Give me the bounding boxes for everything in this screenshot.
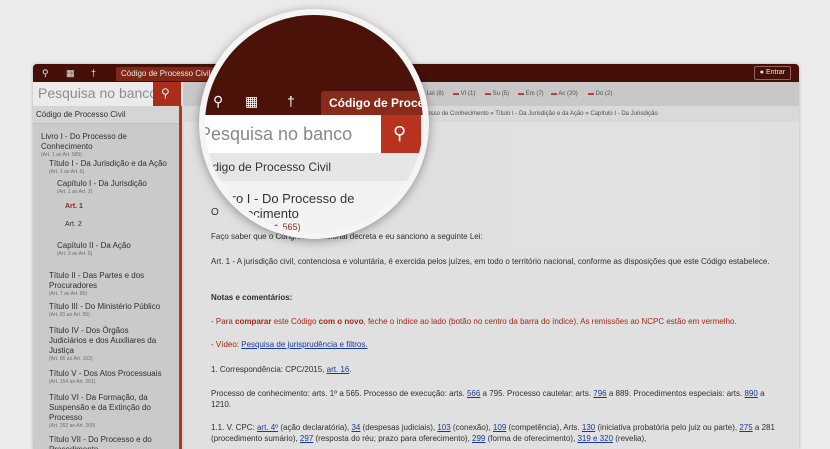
index-sidebar: Código de Processo Civil Livro I - Do Pr… [33, 106, 179, 449]
pin-icon[interactable]: † [91, 67, 96, 79]
tree-item[interactable]: Título V - Dos Atos Processuais (Art. 154… [49, 369, 177, 386]
lens-book-range: (Art. 1 ao Art. 565) [227, 222, 301, 232]
lens-sidebar-header: Código de Processo Civil [205, 153, 423, 181]
note-compare: - Para comparar este Código com o novo, … [211, 317, 737, 326]
notes-title: Notas e comentários: [211, 293, 293, 302]
magnifier-icon: ⚲ [161, 86, 170, 100]
filter-vi[interactable]: ▬ VI (1) [453, 91, 475, 97]
tree-item[interactable]: Título VI - Da Formação, da Suspensão e … [49, 393, 167, 430]
sidebar-header: Código de Processo Civil [33, 106, 179, 124]
video-link[interactable]: Pesquisa de jurisprudência e filtros. [241, 340, 367, 349]
lens-magnifier-icon: ⚲ [393, 123, 407, 143]
search-button[interactable]: ⚲ [153, 82, 181, 106]
grid-icon[interactable]: ▦ [66, 67, 75, 79]
tree-item[interactable]: Título III - Do Ministério Público (Art. … [49, 302, 177, 319]
tree-item-active[interactable]: Art. 1 [65, 202, 83, 212]
lens-search-field: Pesquisa no banco [205, 115, 381, 153]
tree-item[interactable]: Capítulo II - Da Ação (Art. 3 ao Art. 6) [57, 241, 175, 258]
tree-item[interactable]: Capítulo I - Da Jurisdição (Art. 1 ao Art… [57, 179, 175, 196]
filter-em[interactable]: ▬ Em (7) [518, 91, 544, 97]
login-label: Entrar [765, 69, 785, 76]
note-video: - Vídeo: Pesquisa de jurisprudência e fi… [211, 340, 368, 349]
tree-item[interactable]: Título VII - Do Processo e do Procedimen… [49, 435, 167, 449]
lens-book-title: Livro I - Do Processo de Conhecimento [215, 191, 355, 221]
filter-ac[interactable]: ▬ Ac (20) [551, 91, 578, 97]
sidebar-divider[interactable] [179, 106, 182, 449]
filter-su[interactable]: ▬ Su (5) [485, 91, 509, 97]
lens-grid-icon: ▦ [245, 93, 259, 109]
tree-item[interactable]: Título I - Da Jurisdição e da Ação (Art. … [49, 159, 177, 176]
tree-item[interactable]: Art. 2 [65, 220, 82, 230]
article-1-text: Art. 1 - A jurisdição civil, contenciosa… [211, 257, 770, 266]
login-button[interactable]: ● Entrar [753, 66, 791, 80]
correspondence: 1. Correspondência: CPC/2015, art. 16. [211, 365, 352, 374]
tree-item[interactable]: Título II - Das Partes e dos Procuradore… [49, 271, 161, 298]
lens-search-icon: ⚲ [213, 93, 224, 109]
lens-document-tab: Código de Processo Civil [321, 91, 423, 115]
magnifier-lens: ⚲ ▦ † Código de Processo Civil Pesquisa … [199, 9, 429, 239]
art-16-link[interactable]: art. 16 [327, 365, 350, 374]
lens-pin-icon: † [287, 93, 295, 109]
cpc-references: 1.1. V. CPC: art. 4º (ação declaratória)… [211, 423, 775, 443]
search-icon[interactable]: ⚲ [42, 67, 49, 79]
tree-item[interactable]: Título IV - Dos Órgãos Judiciários e dos… [49, 326, 167, 363]
process-types: Processo de conhecimento: arts. 1º a 565… [211, 389, 765, 409]
filter-do[interactable]: ▬ Do (2) [588, 91, 612, 97]
document-tab[interactable]: Código de Processo Civil [116, 67, 216, 81]
tree-item[interactable]: Livro I - Do Processo de Conhecimento (Ar… [41, 132, 171, 159]
lens-search-button: ⚲ [381, 115, 421, 153]
search-placeholder: Pesquisa no banco [38, 85, 158, 101]
